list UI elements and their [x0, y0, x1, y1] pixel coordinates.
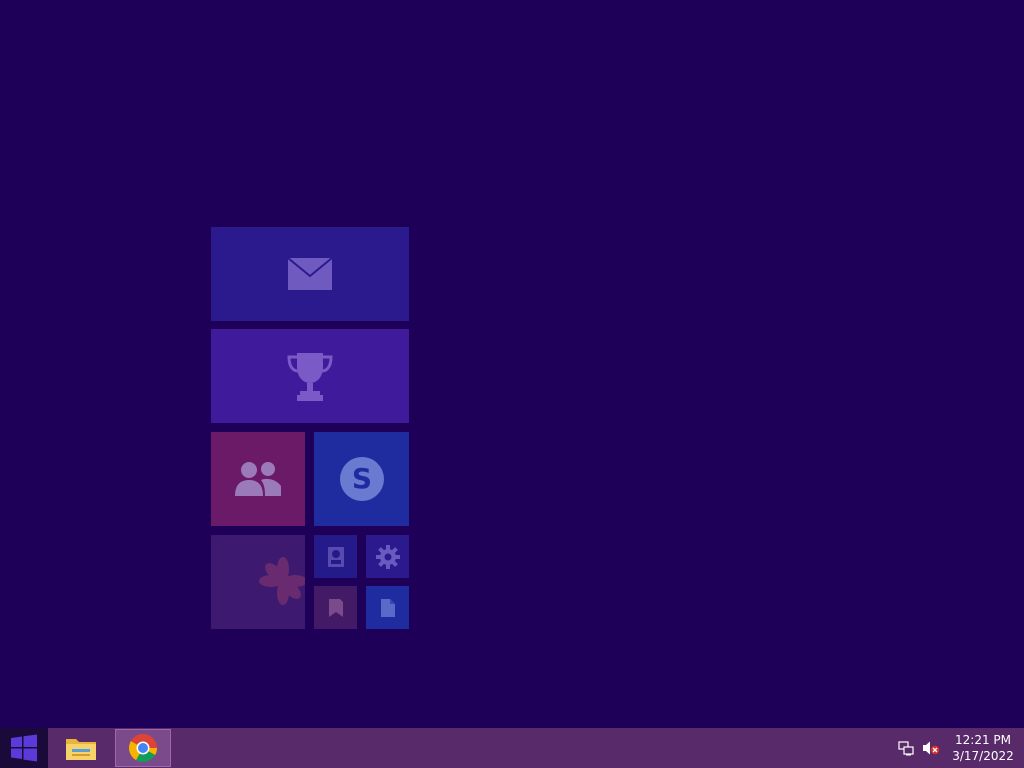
taskbar-chrome-button[interactable]: [115, 729, 171, 767]
skype-icon: S: [314, 432, 409, 526]
people-tile[interactable]: [211, 432, 305, 526]
flower-icon: [211, 535, 305, 629]
chrome-icon: [129, 734, 157, 762]
gear-icon: [366, 535, 409, 578]
trophy-tile[interactable]: [211, 329, 409, 423]
network-icon[interactable]: [898, 740, 914, 756]
clock-time: 12:21 PM: [955, 733, 1011, 747]
desktop: S: [0, 0, 1024, 728]
photos-tile[interactable]: [211, 535, 305, 629]
windows-logo-icon: [11, 734, 37, 762]
taskbar: 12:21 PM 3/17/2022: [0, 728, 1024, 768]
bookmark-tile[interactable]: [314, 586, 357, 629]
start-button[interactable]: [0, 728, 48, 768]
settings-tile[interactable]: [366, 535, 409, 578]
contact-card-icon: [314, 535, 357, 578]
folder-icon: [66, 739, 96, 760]
svg-text:S: S: [351, 462, 371, 495]
bookmark-icon: [314, 586, 357, 629]
volume-muted-icon[interactable]: [922, 740, 940, 756]
trophy-icon: [211, 329, 409, 423]
taskbar-clock[interactable]: 12:21 PM 3/17/2022: [948, 732, 1018, 764]
mail-icon: [211, 227, 409, 321]
people-icon: [211, 432, 305, 526]
taskbar-file-explorer-button[interactable]: [53, 729, 109, 767]
clock-date: 3/17/2022: [952, 749, 1014, 763]
document-icon: [366, 586, 409, 629]
mail-tile[interactable]: [211, 227, 409, 321]
skype-tile[interactable]: S: [314, 432, 409, 526]
document-tile[interactable]: [366, 586, 409, 629]
contact-card-tile[interactable]: [314, 535, 357, 578]
